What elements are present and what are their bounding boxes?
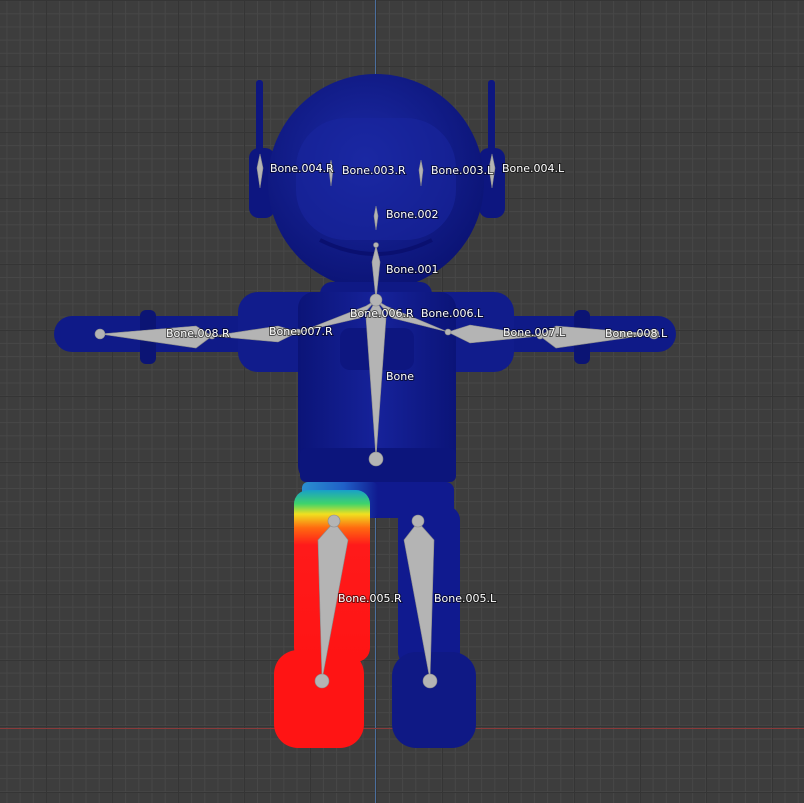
joint-ankle-left[interactable] [422, 673, 438, 689]
label-bone-007-r: Bone.007.R [269, 325, 333, 338]
label-bone: Bone [386, 370, 414, 383]
joint-hip-left[interactable] [411, 514, 425, 528]
label-bone-006-r: Bone.006.R [350, 307, 414, 320]
joint-ankle-right[interactable] [314, 673, 330, 689]
label-bone-005-l: Bone.005.L [434, 592, 497, 605]
label-bone-001: Bone.001 [386, 263, 439, 276]
label-bone-004-l: Bone.004.L [502, 162, 565, 175]
label-bone-003-r: Bone.003.R [342, 164, 406, 177]
3d-viewport[interactable]: Bone.004.R Bone.003.R Bone.003.L Bone.00… [0, 0, 804, 803]
scene-canvas[interactable]: Bone.004.R Bone.003.R Bone.003.L Bone.00… [0, 0, 804, 803]
label-bone-008-r: Bone.008.R [166, 327, 230, 340]
joint-neck[interactable] [373, 242, 379, 248]
label-bone-003-l: Bone.003.L [431, 164, 494, 177]
label-bone-002: Bone.002 [386, 208, 439, 221]
joint-hand-right[interactable] [94, 328, 106, 340]
label-bone-008-l: Bone.008.L [605, 327, 668, 340]
joint-chest[interactable] [369, 293, 383, 307]
boot-left [392, 652, 476, 748]
joint-pelvis[interactable] [368, 451, 384, 467]
label-bone-004-r: Bone.004.R [270, 162, 334, 175]
label-bone-006-l: Bone.006.L [421, 307, 484, 320]
label-bone-005-r: Bone.005.R [338, 592, 402, 605]
label-bone-007-l: Bone.007.L [503, 326, 566, 339]
boot-right [274, 650, 364, 748]
joint-shoulder-left[interactable] [444, 328, 452, 336]
joint-hip-right[interactable] [327, 514, 341, 528]
